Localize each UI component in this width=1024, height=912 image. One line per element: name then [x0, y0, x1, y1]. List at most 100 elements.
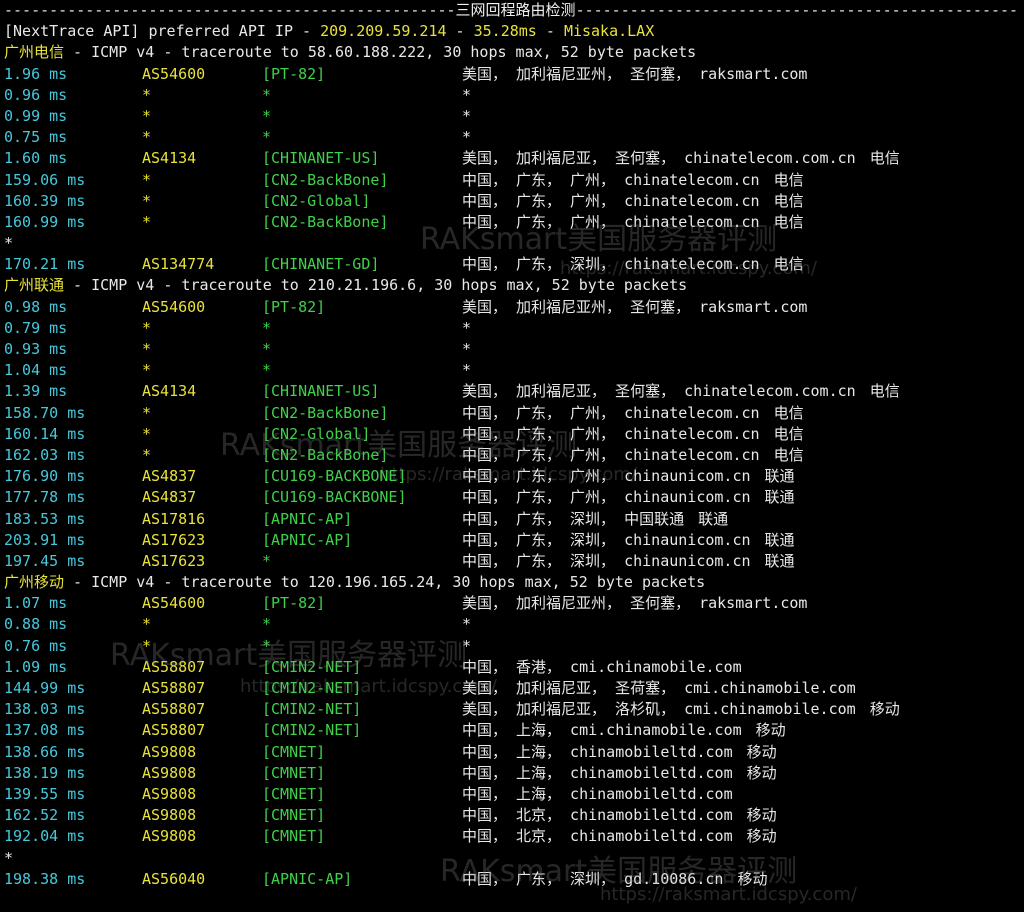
hop-geo-cell: 美国， 加利福尼亚， 圣何塞， chinatelecom.com.cn 电信 [462, 381, 900, 402]
hop-isp: 电信 [773, 170, 804, 189]
hop-row: 138.66 ms AS9808 [CMNET] 中国， 上海， chinamobil… [4, 742, 1020, 763]
hop-geo: 中国， 上海， chinamobileltd.com [462, 742, 733, 761]
hop-latency: 183.53 ms [4, 509, 86, 528]
hop-asn: AS54600 [142, 594, 206, 613]
hop-isp: 移动 [746, 827, 777, 846]
hop-network: [CHINANET-GD] [262, 255, 380, 274]
hop-row: 1.04 ms * * * [4, 360, 1020, 381]
hop-latency: 0.93 ms [4, 340, 68, 358]
hop-network: [CU169-BACKBONE] [262, 488, 407, 507]
hop-geo: 中国， 广东， 广州， chinatelecom.cn [462, 170, 760, 189]
hop-row: 138.03 ms AS58807 [CMIN2-NET] 美国， 加利福尼亚， 洛杉… [4, 699, 1020, 720]
hop-row: 0.76 ms * * * [4, 636, 1020, 657]
hop-asn: AS54600 [142, 297, 206, 316]
hop-row: 1.60 ms AS4134 [CHINANET-US] 美国， 加利福尼亚， 圣何塞… [4, 148, 1020, 169]
hop-latency: 198.38 ms [4, 869, 86, 888]
hop-latency: 162.52 ms [4, 806, 86, 825]
hop-geo-cell: 中国， 上海， chinamobileltd.com 移动 [462, 742, 777, 763]
separator-left: ----------------------------------------… [4, 1, 456, 19]
hop-latency: 137.08 ms [4, 721, 86, 740]
hop-geo: 中国， 广东， 广州， chinaunicom.cn [462, 488, 751, 507]
hop-latency: 0.75 ms [4, 128, 68, 147]
hop-geo: 中国， 上海， chinamobileltd.com [462, 763, 733, 782]
hop-asn: * [142, 340, 152, 358]
hop-row: 0.98 ms AS54600 [PT-82] 美国， 加利福尼亚州， 圣何塞， ra… [4, 297, 1020, 318]
api-dash2: - [536, 22, 564, 41]
hop-isp: 电信 [773, 212, 804, 231]
hop-row: 203.91 ms AS17623 [APNIC-AP] 中国， 广东， 深圳， ch… [4, 530, 1020, 551]
hop-latency: 1.04 ms [4, 361, 68, 380]
hop-latency: 203.91 ms [4, 530, 86, 549]
hop-row: 162.52 ms AS9808 [CMNET] 中国， 北京， chinamobil… [4, 805, 1020, 826]
hop-row: 0.96 ms * * * [4, 85, 1020, 106]
hop-geo: * [462, 128, 472, 147]
hop-asn: AS4134 [142, 382, 197, 401]
hop-latency: 1.39 ms [4, 382, 68, 401]
hop-latency: 160.14 ms [4, 424, 86, 443]
hop-geo-cell: 中国， 广东， 广州， chinatelecom.cn 电信 [462, 424, 804, 445]
trace-header: 广州移动 - ICMP v4 - traceroute to 120.196.1… [4, 572, 1020, 593]
hop-row: 144.99 ms AS58807 [CMIN2-NET] 美国， 加利福尼亚， 圣荷… [4, 678, 1020, 699]
hop-asn: * [142, 403, 152, 422]
hop-row: 176.90 ms AS4837 [CU169-BACKBONE] 中国， 广东， 广… [4, 466, 1020, 487]
hop-latency: 138.19 ms [4, 763, 86, 782]
hop-geo: 中国， 广东， 深圳， gd.10086.cn [462, 869, 724, 888]
hop-network: * [262, 340, 272, 358]
hop-timeout: * [4, 848, 14, 867]
hop-geo-cell: 中国， 香港， cmi.chinamobile.com [462, 657, 742, 678]
hop-row: * [4, 233, 1020, 254]
hop-geo-cell: 美国， 加利福尼亚州， 圣何塞， raksmart.com [462, 297, 807, 318]
hop-row: 1.09 ms AS58807 [CMIN2-NET] 中国， 香港， cmi.chi… [4, 657, 1020, 678]
hop-isp: 移动 [755, 721, 786, 740]
hop-latency: 0.79 ms [4, 318, 68, 337]
hop-geo-cell: 中国， 广东， 广州， chinatelecom.cn 电信 [462, 445, 804, 466]
hop-row: 138.19 ms AS9808 [CMNET] 中国， 上海， chinamobil… [4, 763, 1020, 784]
api-mid: preferred API IP - [139, 22, 321, 41]
hop-row: 160.14 ms * [CN2-Global] 中国， 广东， 广州， chinat… [4, 424, 1020, 445]
hop-latency: 144.99 ms [4, 679, 86, 697]
hop-geo-cell: 美国， 加利福尼亚州， 圣何塞， raksmart.com [462, 593, 807, 614]
hop-network: [CN2-Global] [262, 424, 371, 443]
hop-geo: 中国， 北京， chinamobileltd.com [462, 806, 733, 825]
api-prefix: [NextTrace API] [4, 22, 140, 41]
hop-network: [CN2-BackBone] [262, 170, 389, 189]
hop-network: [CMNET] [262, 742, 326, 761]
hop-geo: * [462, 318, 472, 337]
trace-info: - ICMP v4 - traceroute to 120.196.165.24… [64, 573, 706, 592]
hop-row: 177.78 ms AS4837 [CU169-BACKBONE] 中国， 广东， 广… [4, 487, 1020, 508]
hop-row: 139.55 ms AS9808 [CMNET] 中国， 上海， chinamobil… [4, 784, 1020, 805]
hop-asn: * [142, 361, 152, 380]
hop-asn: AS4837 [142, 467, 197, 486]
hop-latency: 0.76 ms [4, 636, 68, 655]
hop-geo-cell: * [462, 339, 471, 360]
hop-geo: * [462, 106, 472, 125]
hop-geo-cell: 中国， 广东， 深圳， chinatelecom.cn 电信 [462, 254, 804, 275]
hop-network: [CHINANET-US] [262, 382, 380, 401]
hop-geo: 中国， 广东， 广州， chinaunicom.cn [462, 467, 751, 486]
traces-container: 广州电信 - ICMP v4 - traceroute to 58.60.188… [4, 42, 1020, 890]
hop-asn: AS17816 [142, 509, 206, 528]
hop-asn: * [142, 191, 152, 210]
hop-geo: 中国， 广东， 深圳， chinatelecom.cn [462, 255, 760, 274]
hop-isp: 电信 [869, 149, 900, 168]
hop-geo: 美国， 加利福尼亚， 洛杉矶， cmi.chinamobile.com [462, 700, 856, 719]
hop-network: [CMIN2-NET] [262, 657, 362, 676]
trace-name: 广州联通 [4, 276, 65, 295]
api-latency: 35.28ms [473, 22, 537, 41]
hop-geo: 美国， 加利福尼亚， 圣何塞， chinatelecom.com.cn [462, 382, 856, 401]
hop-geo-cell: 中国， 广东， 深圳， gd.10086.cn 移动 [462, 869, 767, 890]
hop-geo: * [462, 340, 472, 358]
hop-geo: 中国， 广东， 深圳， 中国联通 [462, 509, 685, 528]
hop-geo-cell: 美国， 加利福尼亚， 圣荷塞， cmi.chinamobile.com [462, 678, 856, 699]
hop-geo-cell: 美国， 加利福尼亚， 圣何塞， chinatelecom.com.cn 电信 [462, 148, 900, 169]
hop-row: 0.88 ms * * * [4, 614, 1020, 635]
hop-row: 0.93 ms * * * [4, 339, 1020, 360]
hop-geo: 中国， 上海， cmi.chinamobile.com [462, 721, 742, 740]
hop-network: [CMNET] [262, 806, 326, 825]
hop-asn: AS58807 [142, 721, 206, 740]
hop-geo-cell: * [462, 85, 471, 106]
hop-isp: 电信 [773, 255, 804, 274]
hop-latency: 1.07 ms [4, 594, 68, 613]
hop-row: 170.21 ms AS134774 [CHINANET-GD] 中国， 广东， 深圳… [4, 254, 1020, 275]
hop-network: [CU169-BACKBONE] [262, 467, 407, 486]
